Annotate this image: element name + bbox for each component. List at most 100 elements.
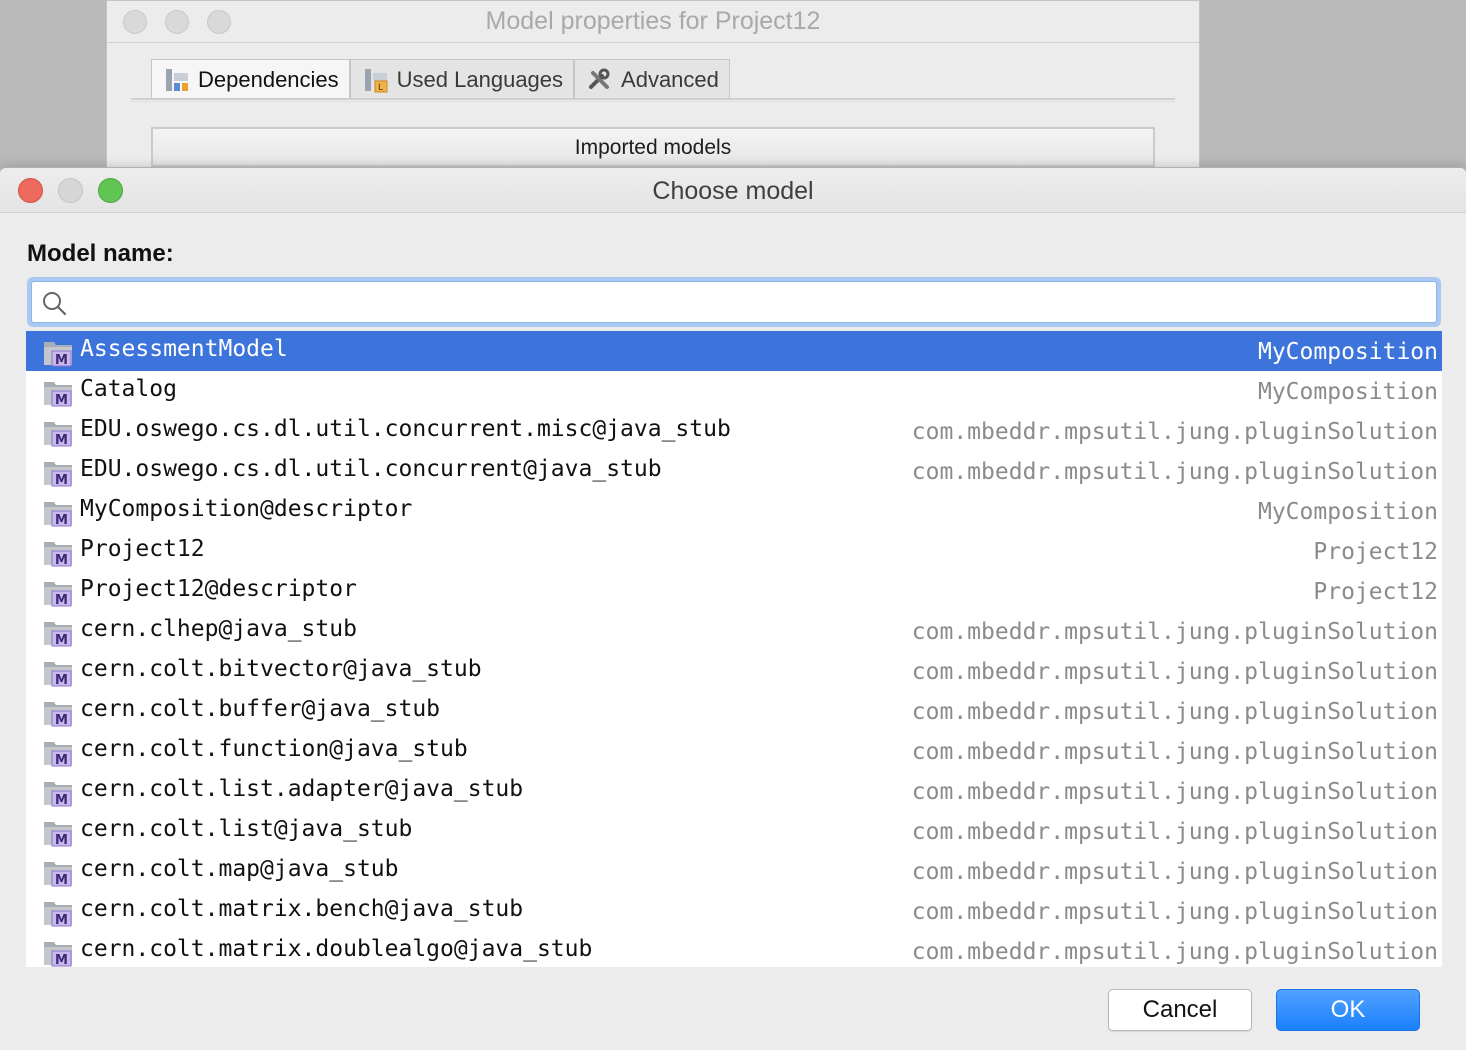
tab-advanced[interactable]: Advanced [574,59,730,99]
svg-text:M: M [55,433,68,447]
module-name: com.mbeddr.mpsutil.jung.pluginSolution [911,459,1438,485]
model-icon: M [43,657,73,688]
tab-label: Advanced [621,66,719,92]
module-name: MyComposition [1257,499,1438,525]
model-name-input[interactable] [72,282,1430,322]
dialog-title: Choose model [652,177,814,205]
window-title: Model properties for Project12 [485,7,821,35]
list-item[interactable]: M cern.colt.function@java_stub com.mbeddr… [26,731,1442,771]
svg-text:M: M [55,553,68,567]
list-item[interactable]: M cern.colt.list@java_stub com.mbeddr.mps… [26,811,1442,851]
dependencies-icon [164,67,190,93]
imported-models-header[interactable]: Imported models [151,127,1155,167]
module-name: com.mbeddr.mpsutil.jung.pluginSolution [911,699,1438,725]
model-icon: M [43,457,73,488]
svg-text:M: M [55,753,68,767]
svg-text:M: M [55,353,68,367]
list-item[interactable]: M Project12 Project12 [26,531,1442,571]
used-languages-icon: L [363,67,389,93]
model-name: EDU.oswego.cs.dl.util.concurrent.misc@ja… [80,416,731,442]
module-name: MyComposition [1257,339,1438,365]
model-name: Catalog [80,376,177,402]
svg-text:M: M [55,713,68,727]
model-name: MyComposition@descriptor [80,496,413,522]
tab-used-languages[interactable]: L Used Languages [349,59,575,99]
list-item[interactable]: M cern.colt.bitvector@java_stub com.mbedd… [26,651,1442,691]
model-name: cern.colt.bitvector@java_stub [80,656,482,682]
title-bar: Model properties for Project12 [107,1,1199,43]
module-name: com.mbeddr.mpsutil.jung.pluginSolution [911,899,1438,925]
search-box[interactable] [31,281,1437,323]
tab-label: Used Languages [396,66,564,92]
module-name: Project12 [1313,539,1438,565]
svg-text:M: M [55,673,68,687]
list-item[interactable]: M Catalog MyComposition [26,371,1442,411]
svg-text:M: M [55,593,68,607]
model-name: cern.colt.list.adapter@java_stub [80,776,524,802]
model-name-label: Model name: [27,240,174,267]
ok-button[interactable]: OK [1276,989,1420,1031]
model-name: Project12@descriptor [80,576,357,602]
svg-text:M: M [55,393,68,407]
list-item[interactable]: M Project12@descriptor Project12 [26,571,1442,611]
tab-label: Dependencies [198,66,339,92]
model-icon: M [43,857,73,888]
model-list[interactable]: M AssessmentModel MyComposition M Catalog… [26,331,1442,967]
tab-bar: Dependencies L Used Languages Advanced [151,59,730,99]
list-item[interactable]: M AssessmentModel MyComposition [26,331,1442,371]
model-icon: M [43,817,73,848]
tab-divider [131,98,1175,102]
model-name: cern.colt.map@java_stub [80,856,399,882]
tab-dependencies[interactable]: Dependencies [151,59,350,99]
list-item[interactable]: M cern.colt.list.adapter@java_stub com.mb… [26,771,1442,811]
list-item[interactable]: M cern.clhep@java_stub com.mbeddr.mpsutil… [26,611,1442,651]
dialog-title-bar: Choose model [0,168,1466,213]
module-name: com.mbeddr.mpsutil.jung.pluginSolution [911,859,1438,885]
list-item[interactable]: M cern.colt.buffer@java_stub com.mbeddr.m… [26,691,1442,731]
model-name: cern.colt.buffer@java_stub [80,696,441,722]
model-icon: M [43,377,73,408]
model-name: cern.colt.matrix.doublealgo@java_stub [80,936,593,962]
module-name: com.mbeddr.mpsutil.jung.pluginSolution [911,419,1438,445]
model-icon: M [43,697,73,728]
svg-text:M: M [55,633,68,647]
model-name: cern.colt.matrix.bench@java_stub [80,896,524,922]
module-name: com.mbeddr.mpsutil.jung.pluginSolution [911,659,1438,685]
svg-text:M: M [55,873,68,887]
search-icon [41,290,67,316]
module-name: com.mbeddr.mpsutil.jung.pluginSolution [911,819,1438,845]
list-item[interactable]: M cern.colt.matrix.bench@java_stub com.mb… [26,891,1442,931]
model-icon: M [43,337,73,368]
list-item[interactable]: M EDU.oswego.cs.dl.util.concurrent@java_… [26,451,1442,491]
svg-text:M: M [55,953,68,967]
model-name: cern.colt.function@java_stub [80,736,468,762]
model-icon: M [43,737,73,768]
svg-text:M: M [55,913,68,927]
model-icon: M [43,937,73,967]
svg-text:M: M [55,833,68,847]
model-icon: M [43,497,73,528]
module-name: com.mbeddr.mpsutil.jung.pluginSolution [911,939,1438,965]
svg-text:L: L [378,83,383,93]
svg-text:M: M [55,513,68,527]
model-icon: M [43,777,73,808]
model-icon: M [43,617,73,648]
model-icon: M [43,577,73,608]
model-name: EDU.oswego.cs.dl.util.concurrent@java_st… [80,456,662,482]
module-name: com.mbeddr.mpsutil.jung.pluginSolution [911,739,1438,765]
list-item[interactable]: M EDU.oswego.cs.dl.util.concurrent.misc@… [26,411,1442,451]
model-name: AssessmentModel [80,336,288,362]
module-name: Project12 [1313,579,1438,605]
list-item[interactable]: M cern.colt.matrix.doublealgo@java_stub c… [26,931,1442,967]
list-item[interactable]: M cern.colt.map@java_stub com.mbeddr.mpsu… [26,851,1442,891]
model-properties-window: Model properties for Project12 Dependenc… [106,0,1200,190]
svg-text:M: M [55,473,68,487]
tools-icon [587,67,613,93]
model-icon: M [43,537,73,568]
cancel-button[interactable]: Cancel [1108,989,1252,1031]
choose-model-dialog: Choose model Model name: M AssessmentMod… [0,167,1466,1050]
svg-text:M: M [55,793,68,807]
model-name: cern.clhep@java_stub [80,616,357,642]
model-name: Project12 [80,536,205,562]
list-item[interactable]: M MyComposition@descriptor MyComposition [26,491,1442,531]
